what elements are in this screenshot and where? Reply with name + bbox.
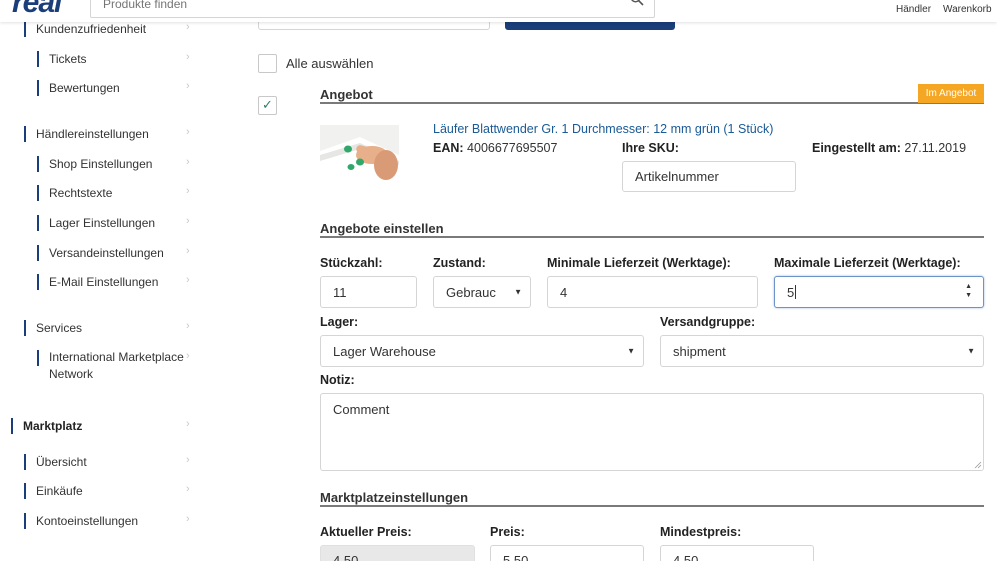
min-price-input[interactable]: 4,50 <box>660 545 814 561</box>
caret-down-icon: ▼ <box>514 287 522 297</box>
text-cursor <box>795 285 797 299</box>
search-icon[interactable] <box>630 0 644 6</box>
condition-label: Zustand: <box>433 256 486 270</box>
caret-down-icon: ▼ <box>627 346 635 356</box>
price-value: 5,50 <box>503 552 529 561</box>
status-badge: Im Angebot <box>918 84 984 103</box>
listed-info: Eingestellt am: 27.11.2019 <box>812 141 966 155</box>
warehouse-label: Lager: <box>320 315 359 329</box>
listed-value: 27.11.2019 <box>904 141 967 155</box>
sku-input[interactable]: Artikelnummer <box>622 161 796 192</box>
ean-label: EAN: <box>433 141 464 155</box>
current-price-value: 4,50 <box>333 552 359 561</box>
caret-down-icon: ▼ <box>967 346 975 356</box>
quantity-label: Stückzahl: <box>320 256 383 270</box>
min-price-label: Mindestpreis: <box>660 525 742 539</box>
resize-handle-icon[interactable] <box>974 461 982 469</box>
min-delivery-input[interactable]: 4 <box>547 276 758 308</box>
main-content: Alle auswählen ✓ Angebot Im Angebot Läuf… <box>0 0 997 561</box>
top-bar: real Händler Warenkorb <box>0 0 997 22</box>
warehouse-value: Lager Warehouse <box>333 343 436 359</box>
current-price-label: Aktueller Preis: <box>320 525 412 539</box>
checkmark-icon: ✓ <box>262 97 273 112</box>
offer-checkbox[interactable]: ✓ <box>258 96 277 115</box>
ean-value: 4006677695507 <box>467 141 558 155</box>
section-divider <box>320 505 984 507</box>
offer-settings-title: Angebote einstellen <box>320 221 444 236</box>
warehouse-select[interactable]: Lager Warehouse ▼ <box>320 335 644 367</box>
min-price-value: 4,50 <box>673 552 699 561</box>
ean-info: EAN: 4006677695507 <box>433 141 557 155</box>
note-placeholder: Comment <box>333 402 390 417</box>
search-box[interactable] <box>90 0 655 18</box>
sku-placeholder: Artikelnummer <box>635 169 719 184</box>
condition-select[interactable]: Gebrauc ▼ <box>433 276 531 308</box>
sku-label: Ihre SKU: <box>622 141 679 155</box>
offer-section-title: Angebot <box>320 87 373 102</box>
warenkorb-link[interactable]: Warenkorb <box>943 4 992 15</box>
note-textarea[interactable]: Comment <box>320 393 984 471</box>
quantity-value: 11 <box>333 284 347 300</box>
max-delivery-label: Maximale Lieferzeit (Werktage): <box>774 256 961 270</box>
number-spinner-icon[interactable]: ▲ ▼ <box>965 282 972 300</box>
search-input[interactable] <box>103 0 583 11</box>
condition-value: Gebrauc <box>446 284 496 300</box>
max-delivery-value: 5 <box>787 284 795 300</box>
current-price-input: 4,50 <box>320 545 475 561</box>
filter-button-partial[interactable] <box>505 22 675 30</box>
product-title-link[interactable]: Läufer Blattwender Gr. 1 Durchmesser: 12… <box>433 122 773 136</box>
shipping-group-value: shipment <box>673 343 726 359</box>
listed-label: Eingestellt am: <box>812 141 901 155</box>
product-photo-illustration <box>320 125 399 191</box>
shipping-group-select[interactable]: shipment ▼ <box>660 335 984 367</box>
price-label: Preis: <box>490 525 525 539</box>
min-delivery-label: Minimale Lieferzeit (Werktage): <box>547 256 731 270</box>
real-logo[interactable]: real <box>12 0 62 20</box>
min-delivery-value: 4 <box>560 284 568 300</box>
note-label: Notiz: <box>320 373 355 387</box>
section-divider <box>320 236 984 238</box>
quantity-input[interactable]: 11 <box>320 276 417 308</box>
select-all-checkbox[interactable] <box>258 54 277 73</box>
max-delivery-input[interactable]: 5 ▲ ▼ <box>774 276 984 308</box>
section-divider <box>320 102 984 104</box>
shipping-group-label: Versandgruppe: <box>660 315 756 329</box>
price-input[interactable]: 5,50 <box>490 545 644 561</box>
marketplace-settings-title: Marktplatzeinstellungen <box>320 490 469 505</box>
product-image[interactable] <box>320 125 399 191</box>
haendler-link[interactable]: Händler <box>896 4 931 15</box>
select-all-label[interactable]: Alle auswählen <box>286 56 373 71</box>
